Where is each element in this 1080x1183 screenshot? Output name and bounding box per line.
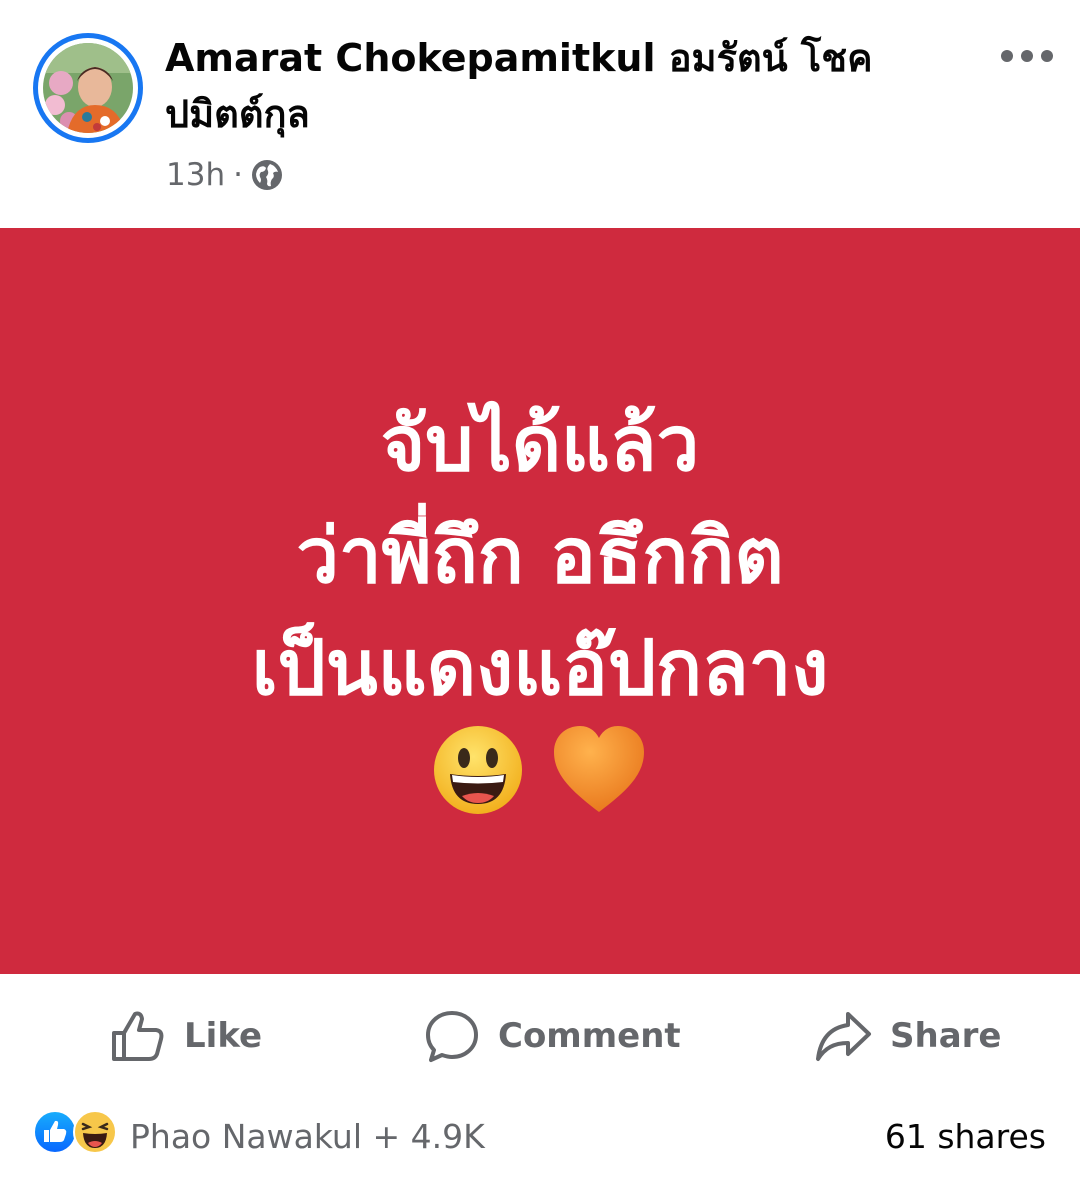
meta-separator: · [233,157,243,193]
like-button[interactable]: Like [110,1004,262,1068]
comment-button[interactable]: Comment [424,1004,681,1068]
post-line-3: เป็นแดงแอ๊ปกลาง [251,623,829,712]
shares-count[interactable]: 61 shares [885,1112,1046,1160]
avatar-photo [43,43,133,133]
post-meta: 13h · [166,154,283,196]
share-label: Share [890,1016,1002,1056]
grinning-face-emoji [432,724,524,820]
post-header: Amarat Chokepamitkul อมรัตน์ โชคปมิตต์กุ… [0,0,1080,228]
post-time[interactable]: 13h [166,157,225,193]
post-footer: Phao Nawakul + 4.9K 61 shares [0,1098,1080,1183]
comment-bubble-icon [426,1011,478,1062]
reactions-summary[interactable]: Phao Nawakul + 4.9K [32,1109,485,1163]
avatar[interactable] [33,33,143,143]
emoji-row [0,724,1080,820]
like-label: Like [184,1016,263,1056]
comment-label: Comment [498,1016,681,1056]
more-options-button[interactable] [996,34,1058,78]
share-arrow-icon [816,1012,871,1061]
reactions-text: Phao Nawakul + 4.9K [130,1116,485,1156]
share-button[interactable]: Share [814,1004,1001,1068]
thumbs-up-icon [112,1011,164,1061]
post-line-2: ว่าพี่ถึก อธึกกิต [296,511,784,600]
author-name[interactable]: Amarat Chokepamitkul อมรัตน์ โชคปมิตต์กุ… [165,30,925,142]
post-line-1: จับได้แล้ว [380,399,700,488]
post-text: จับได้แล้ว ว่าพี่ถึก อธึกกิต เป็นแดงแอ๊ป… [0,388,1080,724]
action-bar: Like Comment Share [0,974,1080,1098]
post-text-card: จับได้แล้ว ว่าพี่ถึก อธึกกิต เป็นแดงแอ๊ป… [0,228,1080,974]
haha-reaction-icon [72,1109,118,1163]
orange-heart-emoji [550,724,648,820]
more-dots-icon [1001,50,1053,62]
globe-icon [251,159,283,191]
